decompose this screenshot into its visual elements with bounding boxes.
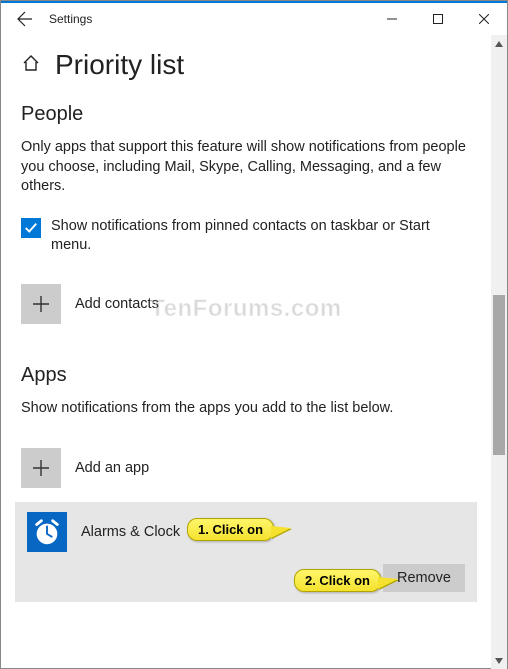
scroll-down-arrow-icon[interactable]	[491, 652, 507, 669]
add-contacts-label: Add contacts	[75, 296, 159, 312]
settings-content: Priority list People Only apps that supp…	[1, 35, 491, 669]
scroll-up-arrow-icon[interactable]	[491, 35, 507, 53]
close-icon	[479, 14, 489, 24]
add-contacts-row[interactable]: Add contacts	[21, 284, 471, 324]
page-title: Priority list	[55, 49, 184, 81]
alarms-clock-icon	[27, 512, 67, 552]
checkbox-checked-icon	[21, 218, 41, 238]
apps-section: Apps Show notifications from the apps yo…	[21, 364, 471, 603]
plus-icon	[21, 284, 61, 324]
home-icon[interactable]	[21, 53, 41, 78]
annotation-text: 1. Click on	[198, 522, 263, 537]
people-description: Only apps that support this feature will…	[21, 138, 471, 197]
pinned-contacts-checkbox-row[interactable]: Show notifications from pinned contacts …	[21, 217, 471, 256]
app-name-label: Alarms & Clock	[81, 524, 180, 540]
apps-description: Show notifications from the apps you add…	[21, 399, 471, 419]
maximize-button[interactable]	[415, 3, 461, 35]
plus-icon	[21, 448, 61, 488]
annotation-text: 2. Click on	[305, 573, 370, 588]
window-title: Settings	[49, 12, 92, 26]
scroll-thumb[interactable]	[493, 295, 505, 455]
close-button[interactable]	[461, 3, 507, 35]
people-heading: People	[21, 103, 471, 126]
annotation-callout-1: 1. Click on	[187, 518, 274, 541]
app-list-item[interactable]: Alarms & Clock 1. Click on Remove 2. Cli…	[15, 502, 477, 602]
apps-heading: Apps	[21, 364, 471, 387]
people-section: People Only apps that support this featu…	[21, 103, 471, 324]
minimize-button[interactable]	[369, 3, 415, 35]
maximize-icon	[433, 14, 443, 24]
add-app-label: Add an app	[75, 460, 149, 476]
titlebar: Settings	[1, 3, 507, 35]
add-app-row[interactable]: Add an app	[21, 448, 471, 488]
checkbox-label: Show notifications from pinned contacts …	[51, 217, 471, 256]
back-arrow-icon	[17, 11, 33, 27]
vertical-scrollbar[interactable]	[491, 35, 507, 669]
back-button[interactable]	[1, 3, 49, 35]
minimize-icon	[387, 14, 397, 24]
page-header: Priority list	[21, 49, 471, 81]
annotation-callout-2: 2. Click on	[294, 569, 381, 592]
